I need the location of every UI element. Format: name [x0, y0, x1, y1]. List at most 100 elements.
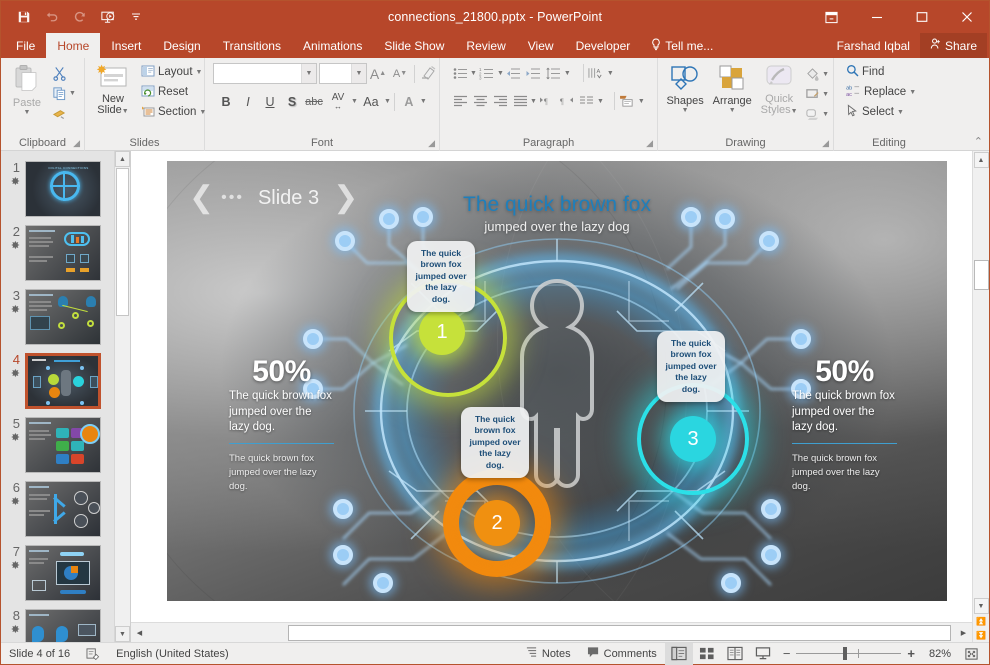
thumbnail-item-2[interactable]: 2 ✸: [1, 221, 130, 285]
ribbon-display-options-icon[interactable]: [809, 1, 854, 33]
slide-vertical-scrollbar[interactable]: ▲ ▼ ⏫ ⏬: [972, 151, 989, 642]
layout-caret[interactable]: ▼: [196, 69, 203, 76]
callout-1[interactable]: The quick brown fox jumped over the lazy…: [407, 241, 475, 313]
font-size-combo[interactable]: ▼: [319, 63, 367, 84]
align-left-icon[interactable]: [450, 91, 470, 111]
thumbnail-item-1[interactable]: 1 ✸ DIGITAL CONNECTIONS: [1, 157, 130, 221]
spellcheck-icon[interactable]: [78, 643, 108, 665]
arrange-button[interactable]: Arrange ▼: [708, 61, 756, 117]
text-direction-icon[interactable]: A: [587, 63, 607, 83]
start-slideshow-icon[interactable]: [95, 5, 121, 29]
convert-to-smartart-icon[interactable]: [618, 91, 638, 111]
justify-icon[interactable]: [510, 91, 530, 111]
copy-dropdown-caret[interactable]: ▼: [69, 90, 76, 97]
vscroll-down-icon[interactable]: ▼: [973, 598, 989, 614]
bullets-icon[interactable]: [450, 63, 470, 83]
strikethrough-button[interactable]: abc: [303, 91, 325, 112]
vscroll-thumb[interactable]: [973, 260, 989, 290]
paste-dropdown-caret[interactable]: ▼: [24, 109, 31, 116]
vscroll-up-icon[interactable]: ▲: [973, 152, 989, 168]
user-name[interactable]: Farshad Iqbal: [827, 39, 920, 53]
tab-view[interactable]: View: [517, 33, 565, 58]
paste-button[interactable]: Paste ▼: [5, 61, 49, 119]
language-indicator[interactable]: English (United States): [108, 643, 237, 665]
thumbnail-image-6[interactable]: [25, 481, 101, 537]
decrease-indent-icon[interactable]: [504, 63, 524, 83]
drawing-dialog-launcher[interactable]: ◢: [822, 138, 829, 149]
tab-home[interactable]: Home: [46, 33, 101, 58]
slide-show-view-button[interactable]: [749, 643, 777, 665]
tab-insert[interactable]: Insert: [100, 33, 152, 58]
shape-outline-caret[interactable]: ▼: [822, 91, 829, 98]
undo-icon[interactable]: [39, 5, 65, 29]
line-spacing-icon[interactable]: [544, 63, 564, 83]
badge-1[interactable]: 1: [419, 309, 465, 355]
clear-formatting-button[interactable]: [418, 63, 440, 84]
thumbnail-item-3[interactable]: 3 ✸: [1, 285, 130, 349]
shape-effects-caret[interactable]: ▼: [822, 111, 829, 118]
align-center-icon[interactable]: [470, 91, 490, 111]
normal-view-button[interactable]: [664, 642, 693, 665]
ltr-direction-icon[interactable]: ¶: [537, 91, 557, 111]
replace-caret[interactable]: ▼: [909, 89, 916, 96]
thumbnail-scroll-down-icon[interactable]: ▼: [115, 626, 130, 642]
font-name-caret[interactable]: ▼: [301, 64, 316, 83]
select-caret[interactable]: ▼: [897, 109, 904, 116]
tab-slide-show[interactable]: Slide Show: [373, 33, 455, 58]
zoom-level[interactable]: 82%: [921, 648, 951, 660]
thumbnail-item-5[interactable]: 5 ✸: [1, 413, 130, 477]
rtl-direction-icon[interactable]: ¶: [557, 91, 577, 111]
bold-button[interactable]: B: [215, 91, 237, 112]
tab-review[interactable]: Review: [455, 33, 516, 58]
new-slide-button[interactable]: New Slide▼: [89, 61, 137, 119]
columns-caret[interactable]: ▼: [597, 98, 604, 105]
replace-button[interactable]: ab ac Replace ▼: [842, 82, 920, 102]
font-size-caret[interactable]: ▼: [351, 64, 366, 83]
font-color-button[interactable]: A: [398, 91, 420, 112]
italic-button[interactable]: I: [237, 91, 259, 112]
shape-fill-icon[interactable]: [802, 64, 822, 84]
align-right-icon[interactable]: [490, 91, 510, 111]
callout-3[interactable]: The quick brown fox jumped over the lazy…: [657, 331, 725, 403]
shapes-caret[interactable]: ▼: [682, 107, 689, 114]
next-slide-double-arrow-icon[interactable]: ⏬: [974, 628, 989, 642]
thumbnail-image-5[interactable]: [25, 417, 101, 473]
font-name-input[interactable]: [214, 65, 300, 82]
redo-icon[interactable]: [67, 5, 93, 29]
format-painter-icon[interactable]: [49, 103, 69, 123]
thumbnail-item-8[interactable]: 8 ✸: [1, 605, 130, 642]
reset-button[interactable]: Reset: [137, 82, 210, 102]
slide-sorter-view-button[interactable]: [693, 643, 721, 665]
comments-button[interactable]: Comments: [579, 643, 665, 665]
thumbnail-item-7[interactable]: 7 ✸: [1, 541, 130, 605]
shape-fill-caret[interactable]: ▼: [822, 71, 829, 78]
badge-2[interactable]: 2: [474, 500, 520, 546]
justify-caret[interactable]: ▼: [530, 98, 537, 105]
customize-qat-icon[interactable]: [123, 5, 149, 29]
increase-font-size-button[interactable]: A ▲: [367, 63, 389, 84]
previous-slide-double-arrow-icon[interactable]: ⏫: [974, 614, 989, 628]
smartart-caret[interactable]: ▼: [638, 98, 645, 105]
close-icon[interactable]: [944, 1, 989, 33]
zoom-in-button[interactable]: +: [907, 646, 915, 661]
select-button[interactable]: Select ▼: [842, 102, 908, 122]
font-name-combo[interactable]: ▼: [213, 63, 317, 84]
zoom-slider-handle[interactable]: [843, 647, 848, 660]
thumbnail-image-4[interactable]: [25, 353, 101, 409]
text-shadow-button[interactable]: S: [281, 91, 303, 112]
thumbnail-image-2[interactable]: [25, 225, 101, 281]
hscroll-track[interactable]: [148, 624, 955, 642]
character-spacing-button[interactable]: AV ↔: [325, 91, 351, 112]
zoom-control[interactable]: − + 82%: [777, 646, 957, 661]
minimize-icon[interactable]: [854, 1, 899, 33]
hscroll-thumb[interactable]: [288, 624, 951, 641]
increase-indent-icon[interactable]: [524, 63, 544, 83]
change-case-button[interactable]: Aa: [358, 91, 384, 112]
clipboard-dialog-launcher[interactable]: ◢: [73, 138, 80, 149]
layout-button[interactable]: Layout ▼: [137, 62, 210, 82]
callout-2[interactable]: The quick brown fox jumped over the lazy…: [461, 407, 529, 479]
tab-animations[interactable]: Animations: [292, 33, 373, 58]
hscroll-right-icon[interactable]: ▶: [955, 624, 972, 642]
arrange-caret[interactable]: ▼: [729, 107, 736, 114]
section-button[interactable]: Section ▼: [137, 102, 210, 122]
